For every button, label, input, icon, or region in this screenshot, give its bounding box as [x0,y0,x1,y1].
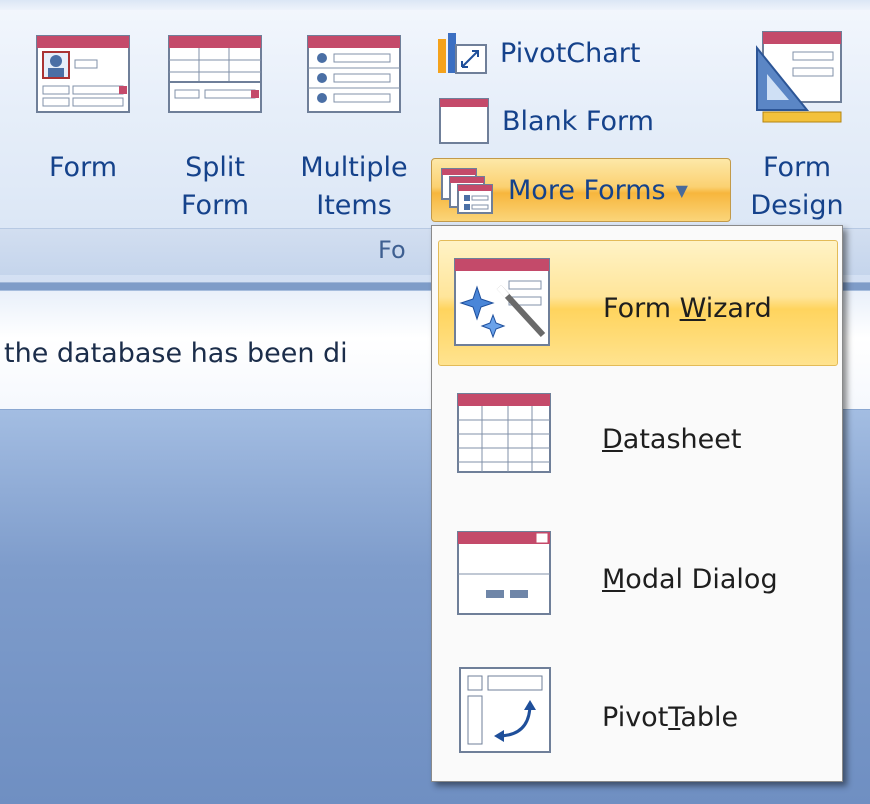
menu-item-pivottable[interactable]: PivotTable [438,654,836,784]
more-forms-label: More Forms [508,174,666,206]
blank-form-icon [439,98,489,144]
blank-form-label: Blank Form [502,105,654,137]
form-button[interactable]: Form [28,28,138,218]
split-form-label-line1: Split [185,152,245,183]
more-forms-button[interactable]: More Forms ▼ [431,158,731,222]
multiple-items-button[interactable]: Multiple Items [284,28,424,221]
menu-item-modal-dialog[interactable]: Modal Dialog [438,516,836,646]
more-forms-icon [441,168,493,214]
split-form-button[interactable]: Split Form [150,28,280,221]
pivottable-icon [459,667,551,753]
pivotchart-icon [438,33,487,74]
blank-form-button[interactable]: Blank Form [438,96,654,146]
forms-group-label: Fo [378,236,406,264]
multiple-items-label-line2: Items [316,190,392,221]
datasheet-label: Datasheet [602,424,742,455]
modal-dialog-icon [457,531,551,615]
message-text: the database has been di [4,338,348,369]
split-form-label-line2: Form [180,190,249,221]
form-design-label-line2: Design [750,190,844,221]
menu-item-datasheet[interactable]: Datasheet [438,378,836,508]
pivottable-label: PivotTable [602,702,739,733]
split-form-icon [168,35,262,113]
datasheet-icon [457,393,551,473]
form-design-icon [756,31,842,123]
form-design-label-line1: Form [762,152,831,183]
more-forms-menu: Form Wizard Datasheet Modal Dialog Pivot… [431,225,843,782]
form-button-label: Form [48,152,117,183]
multiple-items-icon [307,35,401,113]
menu-item-form-wizard[interactable]: Form Wizard [438,240,838,366]
pivotchart-label: PivotChart [500,37,641,69]
form-wizard-label: Form Wizard [603,293,772,324]
form-design-button[interactable]: Form Design [732,28,862,221]
chevron-down-icon: ▼ [675,180,688,200]
form-wizard-icon [454,258,550,346]
form-icon [36,35,130,113]
modal-dialog-label: Modal Dialog [602,564,778,595]
multiple-items-label-line1: Multiple [300,152,408,183]
ribbon-top-edge [0,0,870,10]
pivotchart-button[interactable]: PivotChart [436,28,640,78]
